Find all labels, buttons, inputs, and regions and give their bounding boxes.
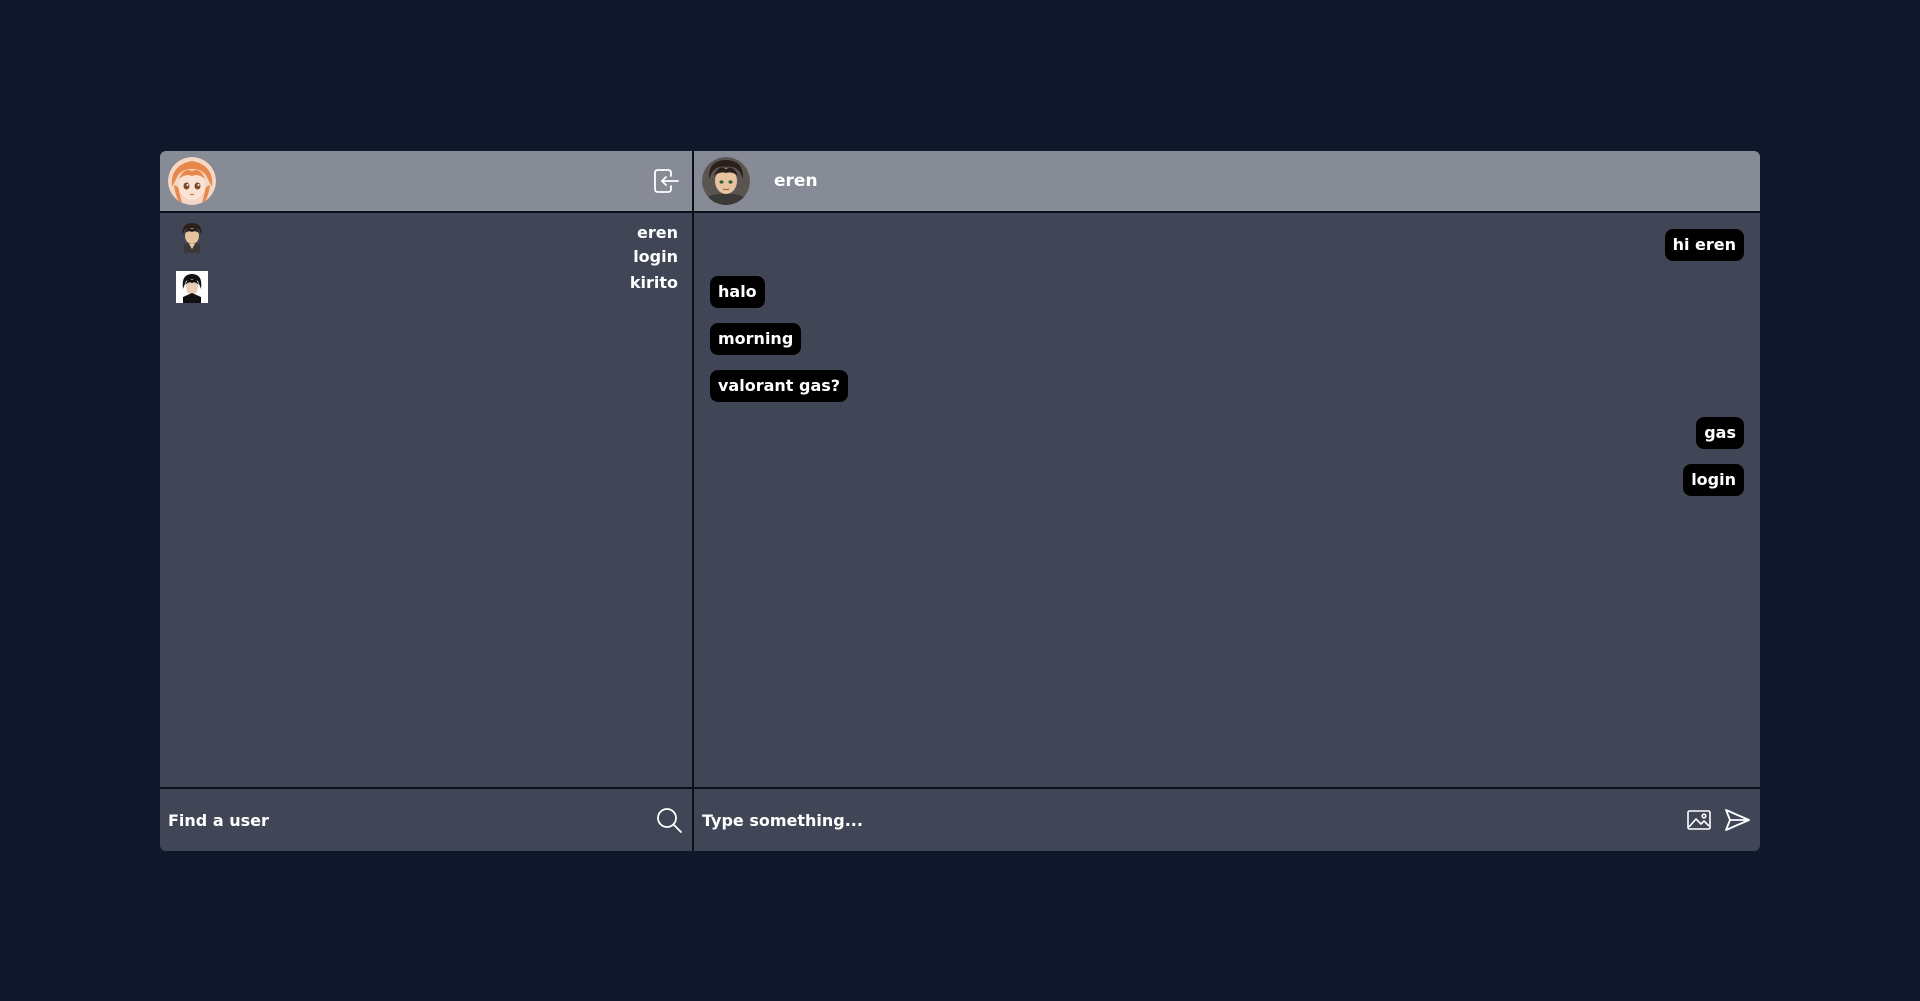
message-input[interactable] (702, 810, 1684, 830)
image-icon (1687, 810, 1711, 830)
chat-header: eren (694, 151, 1760, 213)
attach-image-button[interactable] (1684, 805, 1714, 835)
message-bubble-received: valorant gas? (710, 370, 849, 402)
message-composer (694, 789, 1760, 851)
sidebar-header (160, 151, 692, 213)
user-item-eren[interactable]: eren login (174, 221, 678, 269)
message-bubble-sent: login (1683, 464, 1744, 496)
send-button[interactable] (1722, 805, 1752, 835)
message-bubble-sent: gas (1696, 417, 1744, 449)
search-bar (160, 789, 692, 851)
user-name: kirito (629, 273, 678, 292)
logout-icon (654, 169, 679, 193)
chat-partner-avatar (702, 157, 750, 205)
user-list: eren login kirito (160, 213, 692, 789)
chat-app: eren login kirito Find a user eren hi er… (160, 151, 1760, 851)
sidebar: eren login kirito (160, 151, 694, 851)
avatar (176, 221, 208, 253)
user-last-message: login (633, 247, 678, 266)
user-name: eren (637, 223, 678, 242)
search-input[interactable] (168, 810, 654, 830)
current-user-avatar[interactable] (168, 157, 216, 205)
message-list: hi eren halo morning valorant gas? gas l… (694, 213, 1760, 789)
search-icon (657, 808, 682, 833)
logout-button[interactable] (650, 165, 682, 197)
message-bubble-received: halo (710, 276, 765, 308)
search-button[interactable] (654, 805, 684, 835)
chat-panel: eren hi eren halo morning valorant gas? … (694, 151, 1760, 851)
user-item-kirito[interactable]: kirito (174, 271, 678, 303)
message-bubble-received: morning (710, 323, 802, 355)
send-icon (1725, 809, 1750, 831)
avatar (176, 271, 208, 303)
chat-partner-name: eren (774, 171, 818, 191)
message-bubble-sent: hi eren (1664, 229, 1744, 261)
